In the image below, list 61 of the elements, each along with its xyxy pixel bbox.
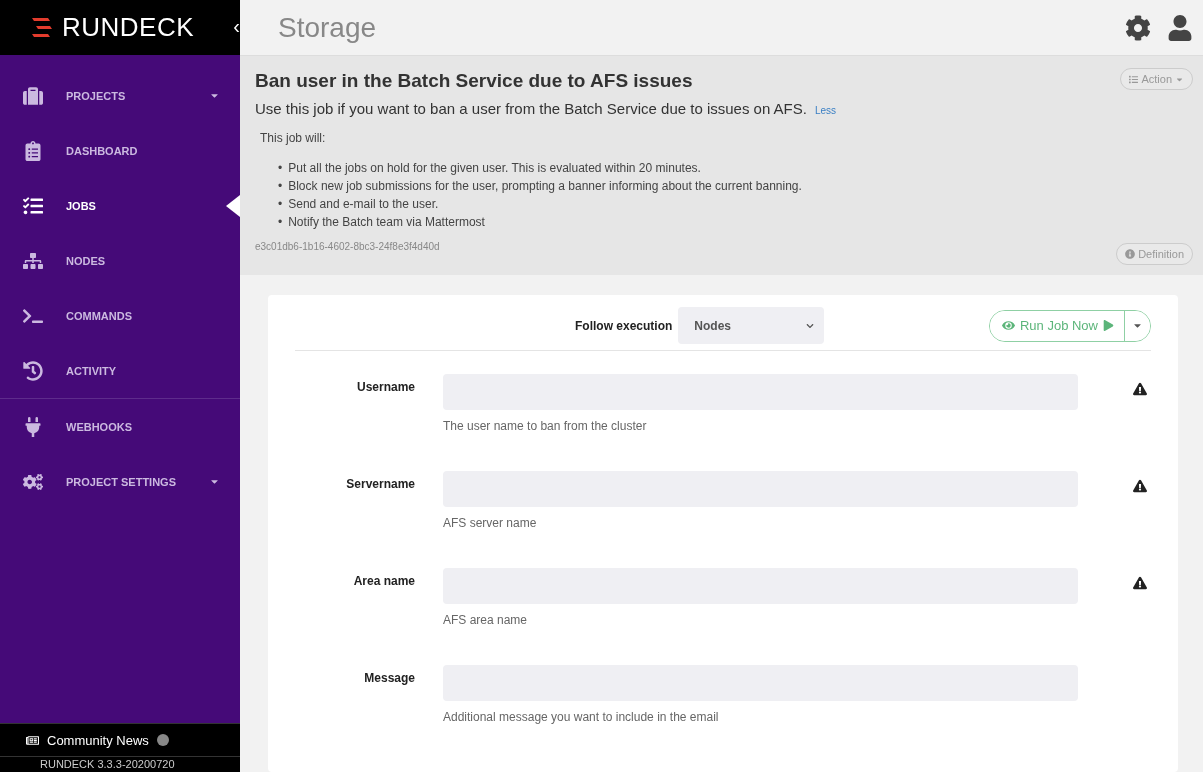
warning-icon bbox=[1133, 382, 1147, 396]
sidebar-item[interactable]: DASHBOARD bbox=[0, 123, 240, 178]
field-hint: AFS server name bbox=[443, 516, 538, 530]
bullet-item: Put all the jobs on hold for the given user. This is evaluated within 20 minutes. bbox=[288, 160, 701, 177]
play-icon bbox=[1103, 320, 1114, 331]
bullet-marker: • bbox=[278, 160, 283, 177]
gears-icon bbox=[22, 471, 44, 492]
less-link[interactable]: Less bbox=[814, 105, 837, 116]
community-news-link[interactable]: Community News bbox=[0, 723, 240, 756]
field-label: Area name bbox=[352, 573, 415, 588]
warning-icon bbox=[1133, 576, 1147, 590]
bullet-item: Notify the Batch team via Mattermost bbox=[288, 214, 485, 231]
sidebar-label: ACTIVITY bbox=[66, 364, 118, 377]
sidebar-label: NODES bbox=[66, 254, 107, 267]
job-summary: Use this job if you want to ban a user from the Batch Service due to issues on AFS. bbox=[255, 100, 807, 117]
field-hint: Additional message you want to include in the email bbox=[443, 710, 720, 724]
brand-name: RUNDECK bbox=[62, 12, 195, 43]
history-icon bbox=[22, 360, 44, 381]
sidebar-item[interactable]: WEBHOOKS bbox=[0, 399, 240, 454]
sidebar-label: COMMANDS bbox=[66, 309, 133, 322]
bullet-item: Send and e-mail to the user. bbox=[288, 196, 439, 213]
list-icon bbox=[1129, 74, 1139, 84]
field-hint: AFS area name bbox=[443, 613, 529, 627]
follow-label: Follow execution bbox=[575, 318, 673, 333]
sidebar-item[interactable]: ACTIVITY bbox=[0, 343, 240, 398]
newspaper-icon bbox=[26, 733, 39, 747]
logo-icon bbox=[30, 17, 52, 38]
sidebar-item[interactable]: PROJECT SETTINGS bbox=[0, 454, 240, 509]
follow-select[interactable]: Nodes bbox=[678, 307, 825, 344]
news-label: Community News bbox=[47, 732, 149, 748]
intro-text: This job will: bbox=[260, 131, 327, 145]
job-title: Ban user in the Batch Service due to AFS issues bbox=[255, 70, 694, 92]
job-uuid: e3c01db6-1b16-4602-8bc3-24f8e3f4d40d bbox=[255, 241, 441, 252]
bullet-item: Block new job submissions for the user, prompting a banner informing about the current banning. bbox=[288, 178, 802, 195]
version-text: RUNDECK 3.3.3-20200720 bbox=[0, 756, 240, 772]
sidebar-label: PROJECT SETTINGS bbox=[66, 475, 178, 488]
field-hint: The user name to ban from the cluster bbox=[443, 419, 648, 433]
settings-icon[interactable] bbox=[1125, 14, 1151, 41]
sidebar-label: DASHBOARD bbox=[66, 144, 139, 157]
chevron-icon bbox=[806, 321, 815, 330]
sidebar-label: PROJECTS bbox=[66, 89, 127, 102]
bullet-marker: • bbox=[278, 214, 283, 231]
eye-icon bbox=[1001, 319, 1015, 332]
sidebar-label: WEBHOOKS bbox=[66, 420, 133, 433]
bullet-marker: • bbox=[278, 196, 283, 213]
field-label: Username bbox=[355, 379, 415, 394]
info-icon bbox=[1125, 249, 1136, 259]
sidebar-item[interactable]: PROJECTS bbox=[0, 68, 240, 123]
status-dot bbox=[156, 734, 169, 746]
sidebar-item[interactable]: COMMANDS bbox=[0, 288, 240, 343]
page-title: Storage bbox=[278, 11, 378, 44]
checklist-icon bbox=[22, 195, 44, 216]
sitemap-icon bbox=[22, 250, 44, 271]
briefcase-icon bbox=[22, 85, 44, 106]
sidebar-item[interactable]: NODES bbox=[0, 233, 240, 288]
sidebar-label: JOBS bbox=[66, 199, 97, 212]
field-label: Servername bbox=[345, 476, 415, 491]
field-label: Message bbox=[363, 670, 415, 685]
bullet-marker: • bbox=[278, 178, 283, 195]
user-icon[interactable] bbox=[1167, 14, 1193, 41]
warning-icon bbox=[1133, 479, 1147, 493]
